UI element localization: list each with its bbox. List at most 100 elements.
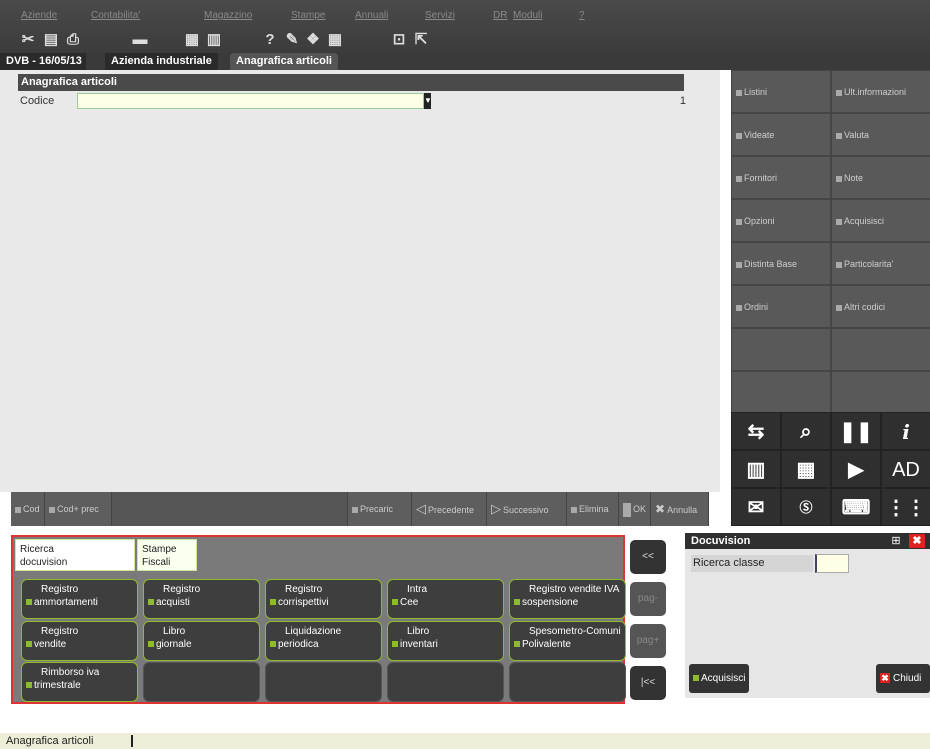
tab-stampe-fiscali[interactable]: Stampe Fiscali bbox=[137, 539, 197, 571]
cancel-icon: ✖ bbox=[655, 502, 666, 516]
pen-icon[interactable]: ✎ bbox=[284, 32, 300, 48]
work-area: Anagrafica articoli Codice ▼ 1 bbox=[0, 70, 720, 492]
successivo-button[interactable]: ▷ Successivo bbox=[487, 492, 567, 526]
empty-grid-button bbox=[509, 662, 626, 702]
mail-icon[interactable]: ✉ bbox=[731, 488, 781, 526]
registro-vendite-button[interactable]: Registro vendite bbox=[21, 621, 138, 661]
exit-icon[interactable]: ⇱ bbox=[413, 32, 429, 48]
particolarita-button[interactable]: Particolarita' bbox=[831, 242, 930, 285]
rimborso-iva-trimestrale-button[interactable]: Rimborso iva trimestrale bbox=[21, 662, 138, 702]
acquisisci-button[interactable]: Acquisisci bbox=[831, 199, 930, 242]
transfer-icon[interactable]: ⇆ bbox=[731, 412, 781, 450]
docuvision-chiudi-button[interactable]: ✖ Chiudi bbox=[876, 664, 930, 693]
info-icon[interactable]: i bbox=[881, 412, 930, 450]
menu-help[interactable]: ? bbox=[579, 10, 585, 21]
expand-icon[interactable]: ⊡ bbox=[391, 32, 407, 48]
calendar-sort-icon[interactable]: ▦ bbox=[781, 450, 831, 488]
empty-side-button bbox=[831, 328, 930, 371]
tab-company[interactable]: Azienda industriale bbox=[105, 53, 218, 70]
document-icon[interactable]: ▤ bbox=[43, 32, 59, 48]
page-down-button[interactable]: pag+ bbox=[630, 624, 666, 658]
side-button-panel: Listini Ult.informazioni Videate Valuta … bbox=[731, 70, 930, 526]
menu-contabilita[interactable]: Contabilita' bbox=[91, 10, 140, 21]
calculator-icon[interactable]: ▦ bbox=[184, 32, 200, 48]
arrow-left-icon: ◁ bbox=[416, 501, 426, 516]
codice-label: Codice bbox=[20, 95, 55, 107]
ricerca-classe-input[interactable] bbox=[815, 554, 849, 573]
menu-moduli[interactable]: Moduli bbox=[513, 10, 542, 21]
cod-prec-button[interactable]: Cod+ prec bbox=[45, 492, 112, 526]
opzioni-button[interactable]: Opzioni bbox=[731, 199, 831, 242]
status-cursor bbox=[131, 735, 133, 747]
nav-last-button[interactable]: |<< bbox=[630, 666, 666, 700]
valuta-button[interactable]: Valuta bbox=[831, 113, 930, 156]
menu-stampe[interactable]: Stampe bbox=[291, 10, 325, 21]
maximize-icon[interactable]: ⊞ bbox=[889, 535, 903, 547]
close-icon[interactable]: ✖ bbox=[909, 534, 925, 548]
ok-button[interactable]: OK bbox=[619, 492, 651, 526]
scissors-icon[interactable]: ✂ bbox=[20, 32, 36, 48]
annulla-button[interactable]: ✖ Annulla bbox=[651, 492, 709, 526]
calendar-icon[interactable]: ▦ bbox=[327, 32, 343, 48]
empty-side-button bbox=[731, 328, 831, 371]
menu-magazzino[interactable]: Magazzino bbox=[204, 10, 252, 21]
note-button[interactable]: Note bbox=[831, 156, 930, 199]
stamp-icon[interactable]: ❖ bbox=[305, 32, 321, 48]
status-text: Anagrafica articoli bbox=[6, 735, 94, 747]
menu-annuali[interactable]: Annuali bbox=[355, 10, 388, 21]
videate-button[interactable]: Videate bbox=[731, 113, 831, 156]
empty-grid-button bbox=[387, 662, 504, 702]
libro-giornale-button[interactable]: Libro giornale bbox=[143, 621, 260, 661]
empty-side-button bbox=[731, 371, 831, 414]
fornitori-button[interactable]: Fornitori bbox=[731, 156, 831, 199]
registro-corrispettivi-button[interactable]: Registro corrispettivi bbox=[265, 579, 382, 619]
codice-input[interactable] bbox=[77, 93, 424, 109]
spesometro-button[interactable]: Spesometro-ComunicaPolivalente bbox=[509, 621, 626, 661]
ordini-button[interactable]: Ordini bbox=[731, 285, 831, 328]
apps-grid-icon[interactable]: ⋮⋮ bbox=[881, 488, 930, 526]
libro-inventari-button[interactable]: Libro inventari bbox=[387, 621, 504, 661]
keyboard-icon[interactable]: ⌨ bbox=[831, 488, 881, 526]
chevron-down-icon[interactable]: ▼ bbox=[424, 93, 432, 109]
help-icon[interactable]: ? bbox=[262, 32, 278, 48]
listini-button[interactable]: Listini bbox=[731, 70, 831, 113]
nav-first-button[interactable]: << bbox=[630, 540, 666, 574]
sw-icon[interactable]: Ⓢ bbox=[781, 488, 831, 526]
precedente-button[interactable]: ◁ Precedente bbox=[412, 492, 487, 526]
elimina-button[interactable]: Elimina bbox=[567, 492, 619, 526]
empty-button bbox=[112, 492, 348, 526]
registro-acquisti-button[interactable]: Registro acquisti bbox=[143, 579, 260, 619]
registro-ammortamenti-button[interactable]: Registro ammortamenti bbox=[21, 579, 138, 619]
barcode-icon[interactable]: ▥ bbox=[731, 450, 781, 488]
menu-bar: Aziende Contabilita' Magazzino Stampe An… bbox=[0, 0, 930, 56]
pause-icon[interactable]: ❚❚ bbox=[831, 412, 881, 450]
navigation-column: << pag- pag+ |<< bbox=[630, 540, 666, 704]
action-button-bar: Cod Cod+ prec Precaric ◁ Precedente ▷ Succ… bbox=[11, 492, 709, 526]
menu-dr[interactable]: DR bbox=[493, 10, 507, 21]
menu-servizi[interactable]: Servizi bbox=[425, 10, 455, 21]
liquidazione-periodica-button[interactable]: Liquidazione periodica bbox=[265, 621, 382, 661]
play-icon[interactable]: ▶ bbox=[831, 450, 881, 488]
cod-button[interactable]: Cod bbox=[11, 492, 45, 526]
menu-aziende[interactable]: Aziende bbox=[21, 10, 57, 21]
empty-side-button bbox=[831, 371, 930, 414]
search-document-icon[interactable]: ⌕ bbox=[781, 412, 831, 450]
print-icon[interactable]: ▬ bbox=[132, 32, 148, 48]
application-window: Aziende Contabilita' Magazzino Stampe An… bbox=[0, 0, 930, 749]
docuvision-acquisisci-button[interactable]: Acquisisci bbox=[689, 664, 749, 693]
ad-icon[interactable]: AD bbox=[881, 450, 930, 488]
ult-informazioni-button[interactable]: Ult.informazioni bbox=[831, 70, 930, 113]
intra-cee-button[interactable]: Intra Cee bbox=[387, 579, 504, 619]
tab-anagrafica-articoli[interactable]: Anagrafica articoli bbox=[230, 53, 338, 70]
tab-context: DVB - 16/05/13 bbox=[0, 53, 86, 70]
altri-codici-button[interactable]: Altri codici bbox=[831, 285, 930, 328]
tab-ricerca-docuvision[interactable]: Ricerca docuvision bbox=[15, 539, 135, 571]
page-up-button[interactable]: pag- bbox=[630, 582, 666, 616]
precaric-button[interactable]: Precaric bbox=[348, 492, 412, 526]
distinta-base-button[interactable]: Distinta Base bbox=[731, 242, 831, 285]
grid-icon[interactable]: ▥ bbox=[206, 32, 222, 48]
close-x-icon: ✖ bbox=[880, 673, 890, 683]
status-bar: Anagrafica articoli bbox=[0, 733, 930, 749]
registro-vendite-iva-sospensione-button[interactable]: Registro vendite IVA in sospensione bbox=[509, 579, 626, 619]
printer-icon[interactable]: ⎙ bbox=[65, 32, 81, 48]
